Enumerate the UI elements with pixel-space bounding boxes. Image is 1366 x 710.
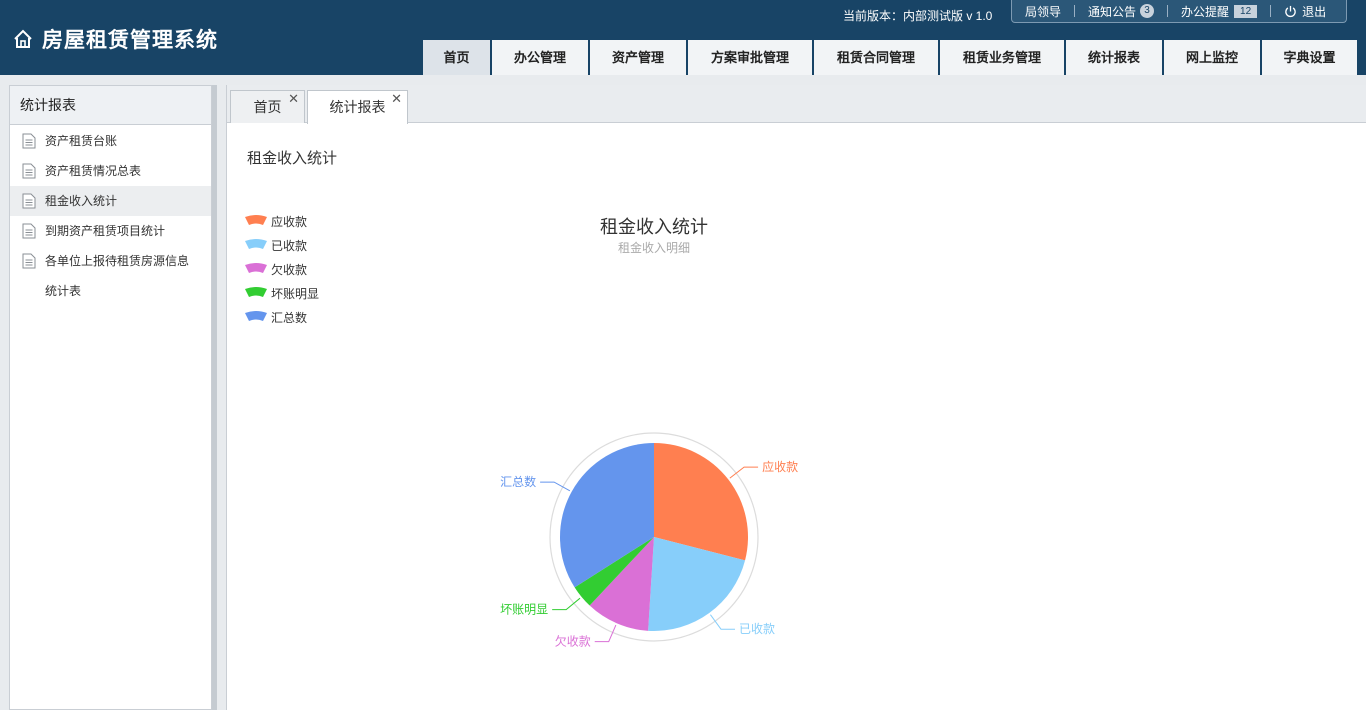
sidebar-item-pending-listings[interactable]: 各单位上报待租赁房源信息统计表: [10, 246, 211, 306]
pie-label: 已收款: [739, 622, 775, 636]
tab-bar: 首页 ✕ 统计报表 ✕: [227, 85, 1366, 124]
nav-item-office[interactable]: 办公管理: [492, 40, 588, 75]
nav-item-home[interactable]: 首页: [423, 40, 490, 75]
tab-label: 首页: [253, 99, 282, 115]
power-icon: [1285, 5, 1296, 17]
chart-title: 租金收入统计: [600, 217, 708, 237]
leader-link[interactable]: 局领导: [1012, 0, 1074, 23]
app-header: 房屋租赁管理系统 当前版本：内部测试版 v 1.0 局领导 通知公告 3 办公提…: [0, 0, 1366, 75]
legend-label: 欠收款: [271, 262, 307, 277]
sidebar-item-asset-ledger[interactable]: 资产租赁台账: [10, 126, 211, 156]
reminder-link[interactable]: 办公提醒 12: [1168, 0, 1270, 23]
logout-button[interactable]: 退出: [1271, 0, 1339, 23]
pie-label-line: [552, 597, 581, 611]
document-icon: [22, 253, 36, 269]
version-label: 当前版本：内部测试版 v 1.0: [843, 9, 993, 23]
legend-item[interactable]: 坏账明显: [245, 287, 319, 301]
reminder-label: 办公提醒: [1181, 4, 1230, 19]
pie-label-line: [594, 624, 617, 643]
app-logo[interactable]: 房屋租赁管理系统: [12, 24, 218, 54]
legend-swatch: [245, 239, 267, 249]
rent-income-pie-chart: 应收款已收款欠收款坏账明显汇总数 租金收入统计 租金收入明细 应收款已收款欠收款…: [245, 214, 798, 649]
legend-item[interactable]: 已收款: [245, 239, 307, 253]
notice-count-badge: 3: [1140, 4, 1155, 18]
chart-legend: 应收款已收款欠收款坏账明显汇总数: [245, 214, 319, 325]
close-icon[interactable]: ✕: [288, 82, 299, 115]
sidebar-splitter[interactable]: [212, 85, 217, 710]
nav-item-dictionary[interactable]: 字典设置: [1262, 40, 1357, 75]
nav-item-approval[interactable]: 方案审批管理: [688, 40, 812, 75]
pie-label: 汇总数: [500, 474, 536, 489]
notice-label: 通知公告: [1088, 4, 1137, 19]
sidebar-item-label: 租金收入统计: [45, 194, 118, 208]
nav-item-contracts[interactable]: 租赁合同管理: [814, 40, 938, 75]
sidebar: 统计报表 资产租赁台账 资产租赁情况总表 租金收入统计 到期资产租赁项目统计 各…: [9, 85, 212, 710]
legend-item[interactable]: 应收款: [245, 214, 307, 229]
leader-label: 局领导: [1025, 4, 1062, 19]
reminder-count-badge: 12: [1234, 4, 1258, 18]
legend-label: 已收款: [271, 239, 307, 253]
nav-item-monitoring[interactable]: 网上监控: [1164, 40, 1260, 75]
legend-swatch: [245, 287, 267, 297]
legend-item[interactable]: 汇总数: [245, 310, 307, 325]
legend-label: 应收款: [271, 214, 307, 229]
legend-label: 坏账明显: [271, 287, 319, 301]
document-icon: [22, 163, 36, 179]
tab-reports[interactable]: 统计报表 ✕: [307, 90, 408, 124]
pie-label: 坏账明显: [500, 603, 548, 617]
logout-label: 退出: [1302, 4, 1327, 19]
sidebar-title: 统计报表: [10, 86, 211, 125]
user-toolbar: 局领导 通知公告 3 办公提醒 12 退出: [1011, 0, 1347, 23]
tab-home[interactable]: 首页 ✕: [230, 90, 305, 123]
pie-slices: [560, 443, 748, 631]
sidebar-item-asset-summary[interactable]: 资产租赁情况总表: [10, 156, 211, 186]
nav-item-reports[interactable]: 统计报表: [1066, 40, 1162, 75]
nav-item-leasing[interactable]: 租赁业务管理: [940, 40, 1064, 75]
sidebar-item-expiring-leases[interactable]: 到期资产租赁项目统计: [10, 216, 211, 246]
chart-subtitle: 租金收入明细: [618, 240, 690, 255]
sidebar-item-rent-income[interactable]: 租金收入统计: [10, 186, 211, 216]
sidebar-item-label: 资产租赁情况总表: [45, 164, 142, 178]
tab-label: 统计报表: [329, 99, 386, 115]
nav-item-assets[interactable]: 资产管理: [590, 40, 686, 75]
document-icon: [22, 223, 36, 239]
legend-swatch: [245, 311, 267, 321]
legend-swatch: [245, 263, 267, 273]
document-icon: [22, 133, 36, 149]
legend-item[interactable]: 欠收款: [245, 262, 307, 277]
main-content: 首页 ✕ 统计报表 ✕ 租金收入统计 应收款 已收款 欠收款 坏账明显 汇总数 租金收入…: [226, 85, 1366, 710]
app-title: 房屋租赁管理系统: [42, 29, 218, 52]
page-title: 租金收入统计: [247, 150, 338, 167]
legend-swatch: [245, 215, 267, 225]
pie-label-line: [729, 466, 759, 479]
notice-link[interactable]: 通知公告 3: [1075, 0, 1167, 23]
main-nav: 首页 办公管理 资产管理 方案审批管理 租赁合同管理 租赁业务管理 统计报表 网…: [423, 40, 1359, 75]
pie-label: 应收款: [762, 459, 798, 474]
legend-label: 汇总数: [271, 310, 307, 325]
sidebar-item-label: 到期资产租赁项目统计: [45, 224, 166, 238]
sidebar-item-label: 各单位上报待租赁房源信息统计表: [45, 254, 190, 298]
close-icon[interactable]: ✕: [391, 82, 402, 115]
home-icon: [14, 29, 32, 48]
document-icon: [22, 193, 36, 209]
pie-label: 欠收款: [555, 634, 591, 649]
sidebar-item-label: 资产租赁台账: [45, 134, 118, 148]
